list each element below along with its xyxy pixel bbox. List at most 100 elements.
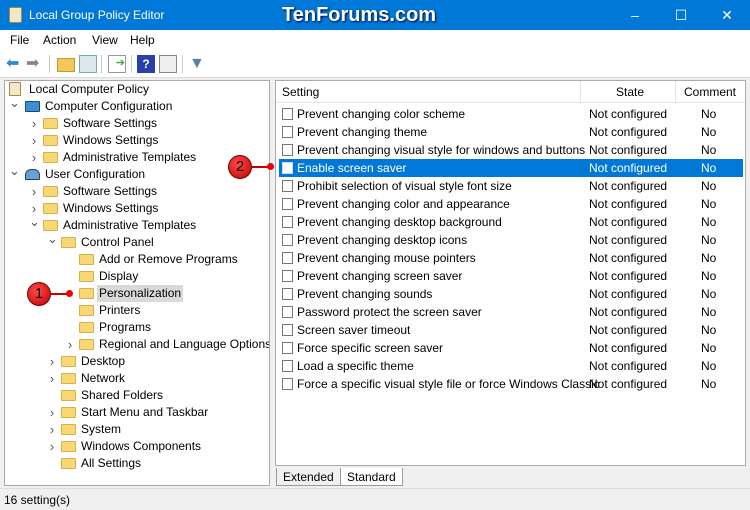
tree-item[interactable]: › Windows Components [5, 438, 269, 455]
setting-name: Force specific screen saver [297, 341, 444, 355]
chevron-right-icon[interactable]: › [29, 115, 39, 132]
setting-comment: No [701, 125, 717, 139]
show-hide-tree-icon[interactable] [79, 55, 97, 73]
chevron-right-icon[interactable]: › [47, 353, 57, 370]
show-hide-action-pane-icon[interactable] [159, 55, 177, 73]
folder-icon [43, 118, 58, 129]
tree-item[interactable]: Programs [5, 319, 269, 336]
folder-icon [79, 254, 94, 265]
tree-item[interactable]: › Windows Settings [5, 200, 269, 217]
status-bar: 16 setting(s) [0, 488, 750, 510]
table-row[interactable]: Force specific screen saver Not configure… [279, 339, 743, 357]
tree-item[interactable]: › Desktop [5, 353, 269, 370]
up-folder-icon[interactable] [57, 58, 75, 72]
table-row[interactable]: Force a specific visual style file or fo… [279, 375, 743, 393]
minimize-button[interactable]: – [612, 0, 658, 30]
chevron-down-icon[interactable]: ⌄ [9, 94, 20, 111]
tab-standard[interactable]: Standard [340, 468, 403, 486]
setting-name: Prevent changing color and appearance [297, 197, 510, 211]
tree-item-label: Control Panel [81, 235, 154, 249]
chevron-right-icon[interactable]: › [65, 336, 75, 353]
tree-item-label: Windows Settings [63, 201, 159, 215]
tree-item[interactable]: Local Computer Policy [5, 81, 269, 98]
filter-icon[interactable]: ▼ [189, 55, 207, 73]
chevron-right-icon[interactable]: › [29, 132, 39, 149]
tree-item[interactable]: ⌄ Control Panel [5, 231, 269, 251]
setting-comment: No [701, 197, 717, 211]
chevron-right-icon[interactable]: › [47, 438, 57, 455]
setting-state: Not configured [589, 305, 668, 319]
forward-icon[interactable]: ➡ [26, 55, 44, 73]
setting-state: Not configured [589, 143, 668, 157]
tree-item-label: Display [99, 269, 139, 283]
tree-item-label: Administrative Templates [63, 218, 197, 232]
tree-item[interactable]: › Software Settings [5, 183, 269, 200]
tree-item[interactable]: Shared Folders [5, 387, 269, 404]
tree-item-label: All Settings [81, 456, 142, 470]
tree-item[interactable]: All Settings [5, 455, 269, 472]
tree-item[interactable]: › Software Settings [5, 115, 269, 132]
tree-item-label: Computer Configuration [45, 99, 173, 113]
tree-item[interactable]: › Start Menu and Taskbar [5, 404, 269, 421]
tree-item[interactable]: › System [5, 421, 269, 438]
menu-view[interactable]: View [92, 33, 118, 47]
setting-comment: No [701, 233, 717, 247]
watermark: TenForums.com [282, 4, 437, 26]
tree-item-label: Printers [99, 303, 141, 317]
chevron-right-icon[interactable]: › [29, 183, 39, 200]
policy-setting-icon [282, 378, 293, 390]
tree-item[interactable]: ⌄ Administrative Templates [5, 214, 269, 234]
tree-item[interactable]: › Windows Settings [5, 132, 269, 149]
setting-state: Not configured [589, 233, 668, 247]
column-state[interactable]: State [616, 85, 644, 99]
tree-item[interactable]: › Regional and Language Options [5, 336, 269, 353]
table-row[interactable]: Prevent changing theme Not configured No [279, 123, 743, 141]
table-row[interactable]: Prohibit selection of visual style font … [279, 177, 743, 195]
maximize-button[interactable]: ☐ [658, 0, 704, 30]
table-row[interactable]: Prevent changing color scheme Not configu… [279, 105, 743, 123]
menu-help[interactable]: Help [130, 33, 155, 47]
tree-item-label: Local Computer Policy [29, 82, 150, 96]
menu-file[interactable]: File [10, 33, 29, 47]
setting-state: Not configured [589, 323, 668, 337]
table-row[interactable]: Load a specific theme Not configured No [279, 357, 743, 375]
back-icon[interactable]: ⬅ [6, 55, 24, 73]
tree-item-label: System [81, 422, 122, 436]
chevron-down-icon[interactable]: ⌄ [9, 162, 20, 179]
table-row[interactable]: Prevent changing mouse pointers Not confi… [279, 249, 743, 267]
table-row[interactable]: Prevent changing visual style for window… [279, 141, 743, 159]
status-text: 16 setting(s) [4, 493, 71, 507]
tree-item-label: Software Settings [63, 184, 158, 198]
table-row[interactable]: Prevent changing screen saver Not configu… [279, 267, 743, 285]
setting-state: Not configured [589, 161, 668, 175]
close-button[interactable]: ✕ [704, 0, 750, 30]
callout-2: 2 [228, 155, 252, 179]
tree-item[interactable]: ⌄ Computer Configuration [5, 95, 269, 115]
table-row[interactable]: Prevent changing desktop icons Not config… [279, 231, 743, 249]
chevron-right-icon[interactable]: › [47, 404, 57, 421]
table-row[interactable]: Enable screen saver Not configured No [279, 159, 743, 177]
chevron-right-icon[interactable]: › [29, 149, 39, 166]
chevron-right-icon[interactable]: › [47, 370, 57, 387]
chevron-down-icon[interactable]: ⌄ [47, 230, 58, 247]
tab-extended[interactable]: Extended [276, 468, 341, 486]
policy-setting-icon [282, 270, 293, 282]
column-setting[interactable]: Setting [282, 85, 319, 99]
export-list-icon[interactable]: ➔ [108, 55, 126, 73]
toolbar: ⬅ ➡ ➔ ? ▼ [0, 50, 750, 78]
table-row[interactable]: Prevent changing desktop background Not c… [279, 213, 743, 231]
table-row[interactable]: Prevent changing sounds Not configured No [279, 285, 743, 303]
tree-item[interactable]: › Network [5, 370, 269, 387]
table-row[interactable]: Prevent changing color and appearance Not… [279, 195, 743, 213]
menu-action[interactable]: Action [43, 33, 76, 47]
table-row[interactable]: Password protect the screen saver Not con… [279, 303, 743, 321]
window-title: Local Group Policy Editor [29, 8, 165, 22]
chevron-down-icon[interactable]: ⌄ [29, 213, 40, 230]
policy-setting-icon [282, 198, 293, 210]
folder-icon [79, 339, 94, 350]
column-comment[interactable]: Comment [684, 85, 736, 99]
tree-item[interactable]: Add or Remove Programs [5, 251, 269, 268]
table-row[interactable]: Screen saver timeout Not configured No [279, 321, 743, 339]
help-icon[interactable]: ? [137, 55, 155, 73]
chevron-right-icon[interactable]: › [47, 421, 57, 438]
